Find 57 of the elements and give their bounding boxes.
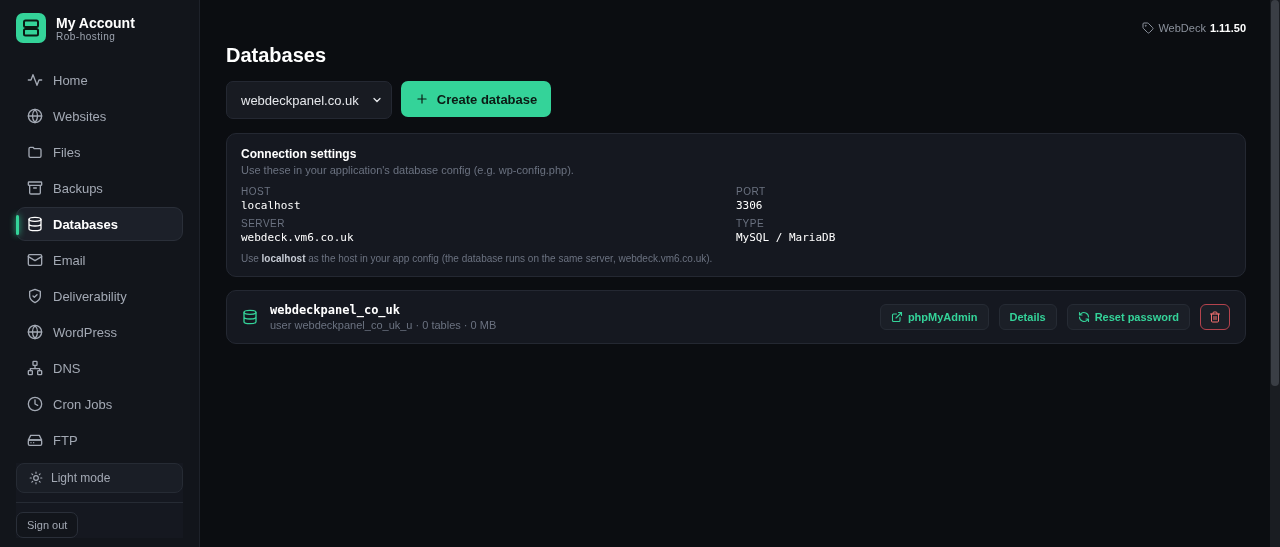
page-title: Databases <box>226 44 328 67</box>
delete-button[interactable] <box>1200 304 1230 330</box>
version-number: 1.11.50 <box>1209 22 1246 34</box>
action-button[interactable]: Reset password <box>1066 304 1190 330</box>
globe-icon <box>27 324 43 340</box>
field-label: SERVER <box>241 218 286 229</box>
tag-icon <box>1142 22 1155 34</box>
field-value: MySQL / MariaDB <box>736 231 837 244</box>
database-meta: user webdeckpanel_co_uk_u · 0 tables · 0 MB <box>270 319 498 331</box>
sidebar-item[interactable]: Cron Jobs <box>16 387 183 421</box>
field-value: 3306 <box>736 199 764 212</box>
refresh-icon <box>1077 311 1090 323</box>
sidebar-item[interactable]: Home <box>16 63 183 97</box>
action-button[interactable]: Details <box>998 304 1057 330</box>
app-name: WebDeck <box>1158 22 1206 34</box>
globe-icon <box>27 108 43 124</box>
plus-icon <box>414 92 429 106</box>
sidebar-item[interactable]: Files <box>16 135 183 169</box>
sidebar-item[interactable]: Websites <box>16 99 183 133</box>
server-logo-icon <box>16 13 46 43</box>
card-subtitle: Use these in your application's database config (e.g. wp-config.php). <box>241 164 575 176</box>
shield-icon <box>27 288 43 304</box>
field-label: HOST <box>241 186 272 197</box>
domain-select[interactable]: webdeckpanel.co.uk <box>226 81 392 119</box>
sidebar-item[interactable]: WordPress <box>16 315 183 349</box>
network-icon <box>27 360 43 376</box>
mail-icon <box>27 252 43 268</box>
database-icon <box>27 216 43 232</box>
sidebar-item[interactable]: Backups <box>16 171 183 205</box>
action-button[interactable]: phpMyAdmin <box>879 304 989 330</box>
account-subtitle: Rob-hosting <box>56 30 117 42</box>
sidebar-item[interactable]: Deliverability <box>16 279 183 313</box>
sidebar-item[interactable]: FTP <box>16 423 183 457</box>
sidebar-item[interactable]: Databases <box>16 207 183 241</box>
clock-icon <box>27 396 43 412</box>
database-icon <box>242 309 258 325</box>
field-label: PORT <box>736 186 767 197</box>
sidebar-item[interactable]: DNS <box>16 351 183 385</box>
archive-icon <box>27 180 43 196</box>
pulse-icon <box>27 72 43 88</box>
field-label: TYPE <box>736 218 766 229</box>
sun-icon <box>29 471 43 485</box>
create-database-button[interactable]: Create database <box>400 81 552 117</box>
field-value: webdeck.vm6.co.uk <box>241 231 355 244</box>
folder-icon <box>27 144 43 160</box>
scrollbar-thumb[interactable] <box>1271 0 1279 386</box>
drive-icon <box>27 432 43 448</box>
card-title: Connection settings <box>241 147 358 161</box>
theme-toggle-button[interactable]: Light mode <box>16 463 183 493</box>
field-value: localhost <box>241 199 302 212</box>
trash-icon <box>1209 311 1221 323</box>
sidebar-item[interactable]: Email <box>16 243 183 277</box>
connection-note: Use localhost as the host in your app config (the database runs on the same server, webdeck.vm6.co.uk). <box>241 253 714 264</box>
account-name: My Account <box>56 14 135 31</box>
external-link-icon <box>890 311 903 323</box>
sign-out-button[interactable]: Sign out <box>16 512 79 538</box>
database-name: webdeckpanel_co_uk <box>270 303 402 317</box>
